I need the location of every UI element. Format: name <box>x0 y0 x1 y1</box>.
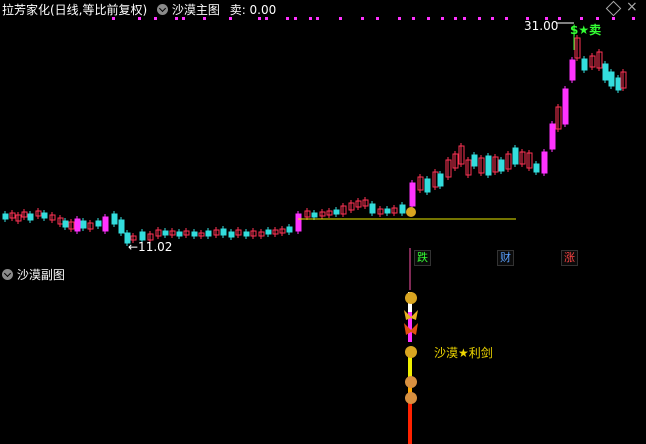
candle-body <box>139 231 146 241</box>
candle-body <box>228 231 235 238</box>
candle-body <box>549 123 556 150</box>
candle-body <box>162 230 169 236</box>
candle-body <box>27 213 34 221</box>
money-bag-icon <box>405 346 417 358</box>
signal-dot <box>427 17 430 20</box>
candle-body <box>485 155 492 176</box>
candle-body <box>111 213 118 225</box>
candle-body <box>220 228 227 236</box>
sub-header: 沙漠副图 <box>2 266 65 283</box>
money-bag-icon <box>406 207 416 217</box>
candle-body <box>295 213 302 232</box>
candle-body <box>74 218 81 232</box>
monkey-icon <box>405 376 417 388</box>
signal-dot <box>612 17 615 20</box>
candle-body <box>615 77 622 91</box>
signal-dot <box>154 17 157 20</box>
candle-body <box>498 159 505 172</box>
candle-body <box>512 147 519 165</box>
candle-body <box>399 204 406 214</box>
candle-body <box>533 163 540 173</box>
candle-body <box>191 231 198 237</box>
candle-body <box>581 58 588 71</box>
signal-dot <box>258 17 261 20</box>
candle-body <box>409 182 416 207</box>
candle-body <box>562 88 569 125</box>
candle-body <box>80 220 87 229</box>
signal-dot <box>339 17 342 20</box>
candle-body <box>265 229 272 235</box>
candle-body <box>437 173 444 187</box>
monkey-icon <box>405 392 417 404</box>
candle-body <box>569 59 576 81</box>
sub-panel-title[interactable]: 沙漠副图 <box>17 268 65 282</box>
candle-body <box>205 230 212 237</box>
candle-body <box>369 203 376 214</box>
chevron-down-icon[interactable] <box>2 269 13 280</box>
signal-dot <box>138 17 141 20</box>
signal-dot <box>632 17 635 20</box>
signal-dot <box>463 17 466 20</box>
signal-dot <box>286 17 289 20</box>
candle-body <box>2 213 9 220</box>
signal-dot <box>441 17 444 20</box>
signal-dot <box>478 17 481 20</box>
signal-dot <box>112 17 115 20</box>
candle-body <box>471 154 478 167</box>
signal-dot <box>309 17 312 20</box>
signal-dot <box>175 17 178 20</box>
candle-body <box>62 220 69 228</box>
candle-body <box>608 71 615 87</box>
signal-dot <box>316 17 319 20</box>
candle-body <box>176 231 183 237</box>
signal-dot <box>376 17 379 20</box>
sword-label: 沙漠★利剑 <box>434 346 493 360</box>
signal-dot <box>412 17 415 20</box>
low-price-label: ←11.02 <box>128 240 173 254</box>
signal-dot <box>491 17 494 20</box>
signal-dot <box>558 17 561 20</box>
signal-dot <box>580 17 583 20</box>
signal-tag-fall: 跌 <box>414 250 431 266</box>
candle-body <box>118 219 125 234</box>
candle-body <box>286 226 293 233</box>
signal-dot <box>203 17 206 20</box>
candle-body <box>384 208 391 214</box>
signal-dot <box>398 17 401 20</box>
money-bag-icon <box>405 292 417 304</box>
kline-chart <box>2 17 635 444</box>
signal-dot <box>265 17 268 20</box>
signal-dot <box>505 17 508 20</box>
signal-dot <box>182 17 185 20</box>
candle-body <box>41 212 48 219</box>
high-price-label: 31.00 <box>524 19 559 33</box>
signal-tag-wealth: 财 <box>497 250 514 266</box>
candle-body <box>311 212 318 218</box>
candle-body <box>541 151 548 174</box>
sell-signal-label: $★卖 <box>570 23 602 37</box>
candle-body <box>333 209 340 215</box>
candle-body <box>243 231 250 237</box>
signal-dot <box>294 17 297 20</box>
signal-dot <box>596 17 599 20</box>
candle-body <box>102 216 109 232</box>
candle-body <box>602 63 609 81</box>
signal-dot <box>361 17 364 20</box>
signal-dot <box>454 17 457 20</box>
candle-body <box>95 220 102 227</box>
candle-body <box>424 178 431 193</box>
signal-dot <box>229 17 232 20</box>
signal-tag-rise: 涨 <box>561 250 578 266</box>
